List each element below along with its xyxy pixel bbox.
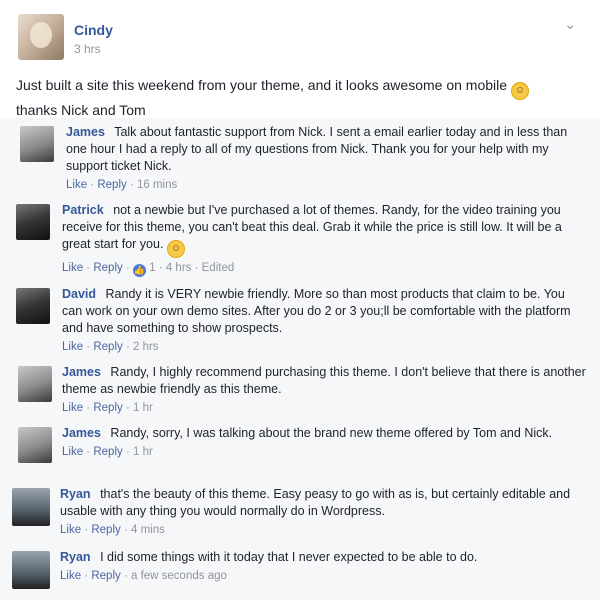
- comment-actions: Like · Reply · 1 hr: [62, 444, 587, 461]
- comment-list: James Talk about fantastic support from …: [0, 118, 600, 600]
- post-timestamp[interactable]: 3 hrs: [74, 42, 101, 56]
- comment-actions: Like · Reply · 1 hr: [62, 400, 587, 417]
- comment-text: I did some things with it today that I n…: [100, 550, 478, 564]
- avatar[interactable]: [16, 288, 50, 324]
- like-thumb-icon[interactable]: 👍: [132, 264, 146, 277]
- avatar[interactable]: [18, 366, 52, 402]
- like-link[interactable]: Like: [62, 262, 83, 274]
- reply-link[interactable]: Reply: [93, 341, 122, 353]
- avatar[interactable]: [16, 204, 50, 240]
- comment-author-name[interactable]: Ryan: [60, 487, 91, 501]
- comment-text: not a newbie but I've purchased a lot of…: [62, 203, 562, 251]
- comment-timestamp[interactable]: 4 hrs: [166, 262, 192, 274]
- separator: ·: [120, 570, 131, 582]
- comment-author-name[interactable]: David: [62, 287, 96, 301]
- like-link[interactable]: Like: [62, 446, 83, 458]
- like-link[interactable]: Like: [62, 402, 83, 414]
- reply-link[interactable]: Reply: [91, 570, 120, 582]
- post: Cindy 3 hrs ⌄ Just built a site this wee…: [0, 0, 600, 118]
- smile-emoji-icon: ☺: [510, 82, 529, 100]
- comment-actions: Like · Reply · 👍 1 · 4 hrs · Edited: [62, 260, 582, 277]
- chevron-down-icon[interactable]: ⌄: [564, 16, 576, 33]
- comment-timestamp[interactable]: 1 hr: [133, 402, 153, 414]
- like-link[interactable]: Like: [66, 179, 87, 191]
- like-link[interactable]: Like: [60, 570, 81, 582]
- separator: ·: [81, 570, 92, 582]
- comment-actions: Like · Reply · a few seconds ago: [60, 568, 585, 585]
- separator: ·: [83, 262, 94, 274]
- comment-actions: Like · Reply · 4 mins: [60, 522, 585, 539]
- separator: ·: [83, 341, 94, 353]
- post-text-line1: Just built a site this weekend from your…: [16, 77, 508, 93]
- comment-text: that's the beauty of this theme. Easy pe…: [60, 487, 571, 518]
- post-text: Just built a site this weekend from your…: [16, 75, 576, 120]
- separator: ·: [87, 179, 98, 191]
- avatar[interactable]: [18, 427, 52, 463]
- avatar[interactable]: [20, 126, 54, 162]
- separator: ·: [126, 179, 137, 191]
- comment-timestamp[interactable]: 2 hrs: [133, 341, 159, 353]
- like-link[interactable]: Like: [60, 524, 81, 536]
- separator: ·: [191, 262, 202, 274]
- comment-timestamp[interactable]: 1 hr: [133, 446, 153, 458]
- reply-link[interactable]: Reply: [91, 524, 120, 536]
- comment-author-name[interactable]: Ryan: [60, 550, 91, 564]
- post-text-line2: thanks Nick and Tom: [16, 102, 146, 118]
- separator: ·: [83, 402, 94, 414]
- separator: ·: [122, 446, 133, 458]
- avatar[interactable]: [18, 14, 64, 60]
- post-author-name[interactable]: Cindy: [74, 22, 113, 38]
- smile-emoji-icon: ☺: [166, 240, 185, 258]
- comment-text: Talk about fantastic support from Nick. …: [66, 125, 568, 173]
- comment-timestamp[interactable]: 16 mins: [137, 179, 177, 191]
- separator: ·: [122, 262, 133, 274]
- comment-author-name[interactable]: James: [62, 365, 101, 379]
- edited-label[interactable]: Edited: [202, 262, 235, 274]
- reply-link[interactable]: Reply: [97, 179, 126, 191]
- separator: ·: [155, 262, 166, 274]
- comment-text: Randy it is VERY newbie friendly. More s…: [62, 287, 571, 335]
- comment-actions: Like · Reply · 2 hrs: [62, 339, 587, 356]
- like-link[interactable]: Like: [62, 341, 83, 353]
- comment-actions: Like · Reply · 16 mins: [66, 177, 581, 194]
- avatar[interactable]: [12, 488, 50, 526]
- separator: ·: [83, 446, 94, 458]
- reply-link[interactable]: Reply: [93, 402, 122, 414]
- separator: ·: [122, 402, 133, 414]
- comment-author-name[interactable]: Patrick: [62, 203, 104, 217]
- reply-link[interactable]: Reply: [93, 262, 122, 274]
- avatar[interactable]: [12, 551, 50, 589]
- separator: ·: [122, 341, 133, 353]
- comment-timestamp[interactable]: a few seconds ago: [131, 570, 227, 582]
- separator: ·: [81, 524, 92, 536]
- comment-text: Randy, sorry, I was talking about the br…: [110, 426, 553, 440]
- comment-timestamp[interactable]: 4 mins: [131, 524, 165, 536]
- reply-link[interactable]: Reply: [93, 446, 122, 458]
- comment-text: Randy, I highly recommend purchasing thi…: [62, 365, 586, 396]
- comment-author-name[interactable]: James: [62, 426, 101, 440]
- separator: ·: [120, 524, 131, 536]
- comment-author-name[interactable]: James: [66, 125, 105, 139]
